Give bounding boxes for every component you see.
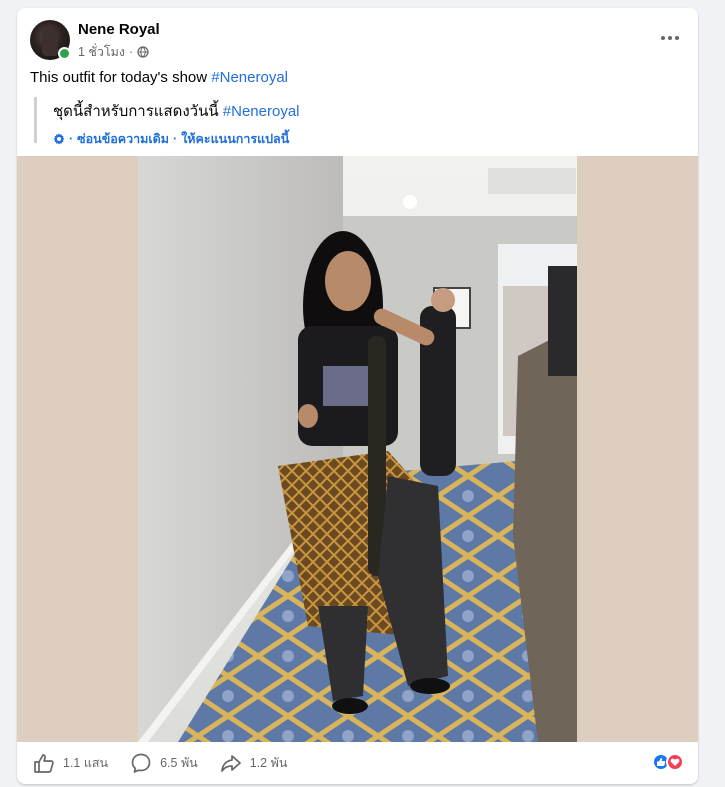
- share-count: 1.2 พัน: [249, 756, 288, 770]
- links-separator: ·: [69, 132, 74, 146]
- meta-separator: ·: [129, 45, 134, 59]
- reaction-summary[interactable]: [652, 753, 684, 771]
- post-meta: 1 ชั่วโมง ·: [78, 42, 149, 62]
- share-arrow-icon: [220, 755, 241, 772]
- author-name[interactable]: Nene Royal: [78, 21, 160, 38]
- post-body: This outfit for today's show: [30, 69, 212, 86]
- post-hashtag[interactable]: #Neneroyal: [211, 69, 288, 86]
- comment-count: 6.5 พัน: [160, 756, 198, 770]
- dot-icon: [675, 36, 679, 40]
- post-card: Nene Royal 1 ชั่วโมง · This outfit for t…: [17, 8, 698, 784]
- rate-translation-link[interactable]: ให้คะแนนการแปลนี้: [181, 129, 289, 149]
- post-actions-bar: 1.1 แสน 6.5 พัน 1.2 พัน: [17, 742, 698, 784]
- settings-gear-icon[interactable]: [53, 133, 65, 145]
- post-time[interactable]: 1 ชั่วโมง: [78, 42, 125, 62]
- dot-icon: [668, 36, 672, 40]
- translation-hashtag[interactable]: #Neneroyal: [223, 103, 300, 120]
- photo-illustration: [138, 156, 577, 742]
- hide-original-link[interactable]: ซ่อนข้อความเดิม: [77, 129, 169, 149]
- online-status-dot: [58, 47, 71, 60]
- post-text: This outfit for today's show #Neneroyal: [30, 69, 288, 86]
- links-separator: ·: [173, 132, 178, 146]
- dot-icon: [661, 36, 665, 40]
- comment-button[interactable]: 6.5 พัน: [130, 752, 198, 774]
- post-photo[interactable]: [138, 156, 577, 742]
- globe-icon: [137, 46, 149, 58]
- more-options-button[interactable]: [658, 28, 682, 48]
- translation-body: ชุดนี้สำหรับการแสดงวันนี้: [53, 103, 223, 120]
- love-reaction-icon: [666, 753, 684, 771]
- like-button[interactable]: 1.1 แสน: [33, 752, 108, 774]
- translation-block: ชุดนี้สำหรับการแสดงวันนี้ #Neneroyal · ซ…: [34, 97, 634, 146]
- post-header: Nene Royal 1 ชั่วโมง ·: [17, 8, 698, 68]
- thumbs-up-icon: [34, 754, 54, 773]
- post-photo-container[interactable]: [17, 156, 698, 742]
- share-button[interactable]: 1.2 พัน: [220, 752, 288, 774]
- like-count: 1.1 แสน: [63, 756, 109, 770]
- translation-text: ชุดนี้สำหรับการแสดงวันนี้ #Neneroyal: [53, 99, 634, 123]
- translation-links: · ซ่อนข้อความเดิม · ให้คะแนนการแปลนี้: [53, 129, 634, 149]
- comment-bubble-icon: [131, 753, 151, 773]
